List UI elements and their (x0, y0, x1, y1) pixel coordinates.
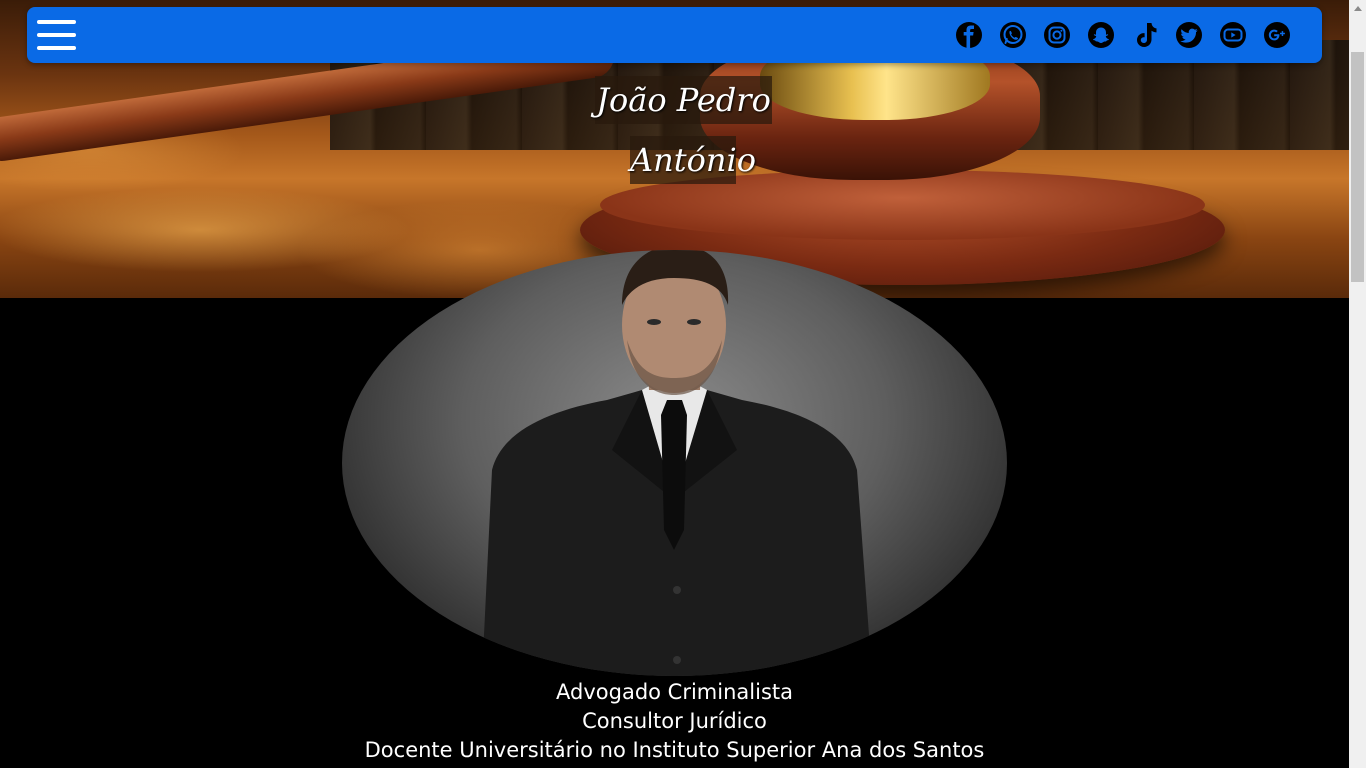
page: João Pedro António Advogado Criminalista… (0, 0, 1366, 768)
hamburger-menu-icon[interactable] (37, 19, 76, 50)
youtube-icon[interactable] (1216, 21, 1250, 49)
scroll-up-arrow-icon[interactable] (1349, 0, 1366, 17)
profile-line-2: Consultor Jurídico (582, 709, 767, 733)
tiktok-icon[interactable] (1128, 21, 1162, 49)
twitter-icon[interactable] (1172, 21, 1206, 49)
google-plus-icon[interactable] (1260, 21, 1294, 49)
vertical-scrollbar[interactable] (1349, 0, 1366, 768)
facebook-icon[interactable] (952, 21, 986, 49)
whatsapp-icon[interactable] (996, 21, 1030, 49)
title-first-name: João Pedro (595, 76, 772, 124)
scrollbar-thumb[interactable] (1351, 52, 1364, 282)
profile-line-1: Advogado Criminalista (556, 680, 793, 704)
social-links (952, 21, 1294, 49)
title-last-name: António (630, 136, 756, 184)
portrait-figure (482, 250, 872, 676)
profile-line-3: Docente Universitário no Instituto Super… (364, 738, 985, 762)
profile-portrait (342, 250, 1007, 676)
profile-description: Advogado Criminalista Consultor Jurídico… (0, 678, 1349, 765)
top-navbar (27, 7, 1322, 63)
instagram-icon[interactable] (1040, 21, 1074, 49)
snapchat-icon[interactable] (1084, 21, 1118, 49)
